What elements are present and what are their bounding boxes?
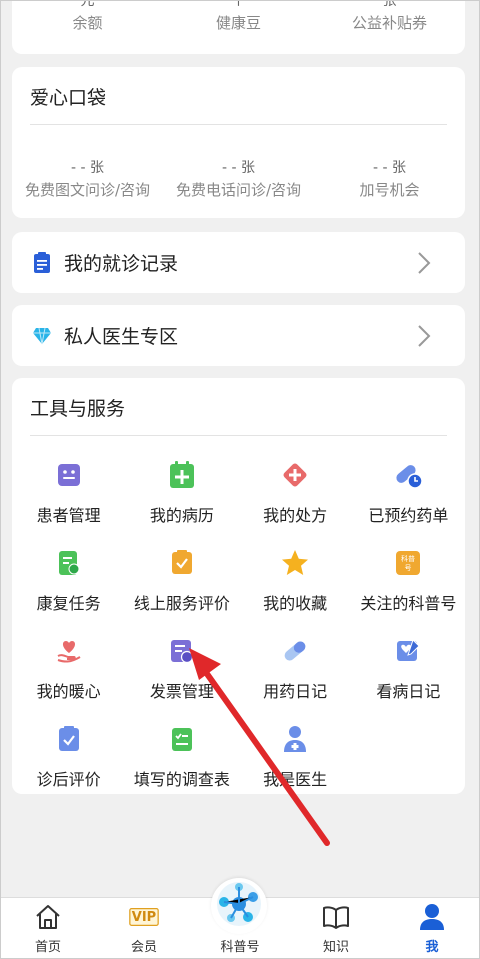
pocket-item-value: - - 张 <box>70 160 104 176</box>
tool-empty-slot <box>352 714 465 802</box>
tool-label: 康复任务 <box>36 594 101 613</box>
tool-surveys[interactable]: 填写的调查表 <box>125 714 238 802</box>
pocket-item-text-consult[interactable]: - - 张 免费图文问诊/咨询 <box>12 157 163 200</box>
tool-prescription[interactable]: 我的处方 <box>239 450 352 538</box>
visit-records-row[interactable]: 我的就诊记录 <box>12 232 465 293</box>
tool-label: 我是医生 <box>263 770 328 789</box>
patient-icon <box>54 460 84 490</box>
medical-record-icon <box>167 460 197 490</box>
tool-label: 我的病历 <box>149 506 214 525</box>
tab-label: 会员 <box>130 940 157 955</box>
visit-records-label: 我的就诊记录 <box>64 253 179 275</box>
tools-services-title: 工具与服务 <box>30 398 126 420</box>
tool-patient-management[interactable]: 患者管理 <box>12 450 125 538</box>
book-icon <box>321 902 351 932</box>
private-doctor-label: 私人医生专区 <box>64 326 179 348</box>
balance-stat[interactable]: 元 余额 <box>12 0 163 33</box>
love-pocket-title: 爱心口袋 <box>30 87 107 109</box>
tab-label: 科普号 <box>220 940 260 955</box>
vip-icon: VIP <box>129 902 159 932</box>
science-icon: 科普号 <box>393 548 423 578</box>
balance-label: 余额 <box>72 14 103 32</box>
rehab-task-icon <box>54 548 84 578</box>
balance-value: 元 <box>80 0 95 9</box>
tool-invoice-management[interactable]: 发票管理 <box>125 626 238 714</box>
tool-reserved-medicine[interactable]: 已预约药单 <box>352 450 465 538</box>
tool-followed-science[interactable]: 科普号 关注的科普号 <box>352 538 465 626</box>
tool-label: 线上服务评价 <box>133 594 230 613</box>
prescription-icon <box>280 460 310 490</box>
tab-vip[interactable]: VIP 会员 <box>96 898 192 959</box>
tool-label: 关注的科普号 <box>360 594 457 613</box>
doctor-icon <box>280 724 310 754</box>
home-icon <box>33 902 63 932</box>
tool-favorites[interactable]: 我的收藏 <box>239 538 352 626</box>
tool-label: 诊后评价 <box>36 770 101 789</box>
health-bean-value: 个 <box>231 0 246 9</box>
health-bean-label: 健康豆 <box>215 14 261 32</box>
tool-label: 用药日记 <box>263 682 328 701</box>
tools-services-card: 工具与服务 患者管理 我的病历 我的处方 已预约药单 康复任务 线上服务评价 我… <box>12 378 465 794</box>
divider <box>30 124 447 125</box>
invoice-icon <box>167 636 197 666</box>
tool-i-am-doctor[interactable]: 我是医生 <box>239 714 352 802</box>
tab-knowledge[interactable]: 知识 <box>288 898 384 959</box>
tool-label: 我的处方 <box>263 506 328 525</box>
star-icon <box>280 548 310 578</box>
tool-online-review[interactable]: 线上服务评价 <box>125 538 238 626</box>
tab-me[interactable]: 我 <box>384 898 480 959</box>
tool-label: 看病日记 <box>376 682 441 701</box>
diamond-icon <box>32 325 52 347</box>
tab-label: 知识 <box>322 940 349 955</box>
tool-label: 已预约药单 <box>368 506 449 525</box>
pocket-item-value: - - 张 <box>372 160 406 176</box>
pill-icon <box>280 636 310 666</box>
person-icon <box>417 902 447 932</box>
svg-text:科普: 科普 <box>401 554 415 563</box>
tool-label: 患者管理 <box>36 506 101 525</box>
private-doctor-row[interactable]: 私人医生专区 <box>12 305 465 366</box>
tool-label: 发票管理 <box>149 682 214 701</box>
coupon-value: 张 <box>382 0 397 9</box>
health-bean-stat[interactable]: 个 健康豆 <box>163 0 314 33</box>
tool-label: 填写的调查表 <box>133 770 230 789</box>
pocket-item-phone-consult[interactable]: - - 张 免费电话问诊/咨询 <box>163 157 314 200</box>
pocket-item-extra-slot[interactable]: - - 张 加号机会 <box>314 157 465 200</box>
svg-text:号: 号 <box>405 564 412 572</box>
clipboard-icon <box>32 251 52 274</box>
tab-label: 首页 <box>34 940 61 955</box>
divider <box>30 435 447 436</box>
tab-label: 我 <box>425 940 439 955</box>
pocket-item-label: 免费图文问诊/咨询 <box>24 181 151 199</box>
pocket-item-label: 免费电话问诊/咨询 <box>175 181 302 199</box>
tool-label: 我的暖心 <box>36 682 101 701</box>
tool-medication-diary[interactable]: 用药日记 <box>239 626 352 714</box>
diary-icon <box>393 636 423 666</box>
tool-medical-record[interactable]: 我的病历 <box>125 450 238 538</box>
chevron-right-icon <box>411 323 437 349</box>
coupon-label: 公益补贴券 <box>351 14 427 32</box>
review-icon <box>167 548 197 578</box>
chevron-right-icon <box>411 250 437 276</box>
science-hub-button[interactable] <box>211 878 267 934</box>
tab-home[interactable]: 首页 <box>0 898 96 959</box>
survey-icon <box>167 724 197 754</box>
vip-badge-text: VIP <box>131 910 157 925</box>
pocket-item-label: 加号机会 <box>359 181 420 199</box>
pocket-item-value: - - 张 <box>221 160 255 176</box>
clipboard-check-icon <box>54 724 84 754</box>
tool-visit-diary[interactable]: 看病日记 <box>352 626 465 714</box>
coupon-stat[interactable]: 张 公益补贴券 <box>314 0 465 33</box>
tool-rehab-task[interactable]: 康复任务 <box>12 538 125 626</box>
balance-card: 元 余额 个 健康豆 张 公益补贴券 <box>12 0 465 54</box>
pill-clock-icon <box>393 460 424 490</box>
science-hub-icon <box>215 880 263 932</box>
tool-label: 我的收藏 <box>263 594 328 613</box>
heart-hand-icon <box>54 636 84 666</box>
tool-warm-heart[interactable]: 我的暖心 <box>12 626 125 714</box>
tool-post-visit-review[interactable]: 诊后评价 <box>12 714 125 802</box>
love-pocket-card: 爱心口袋 - - 张 免费图文问诊/咨询 - - 张 免费电话问诊/咨询 - -… <box>12 67 465 218</box>
